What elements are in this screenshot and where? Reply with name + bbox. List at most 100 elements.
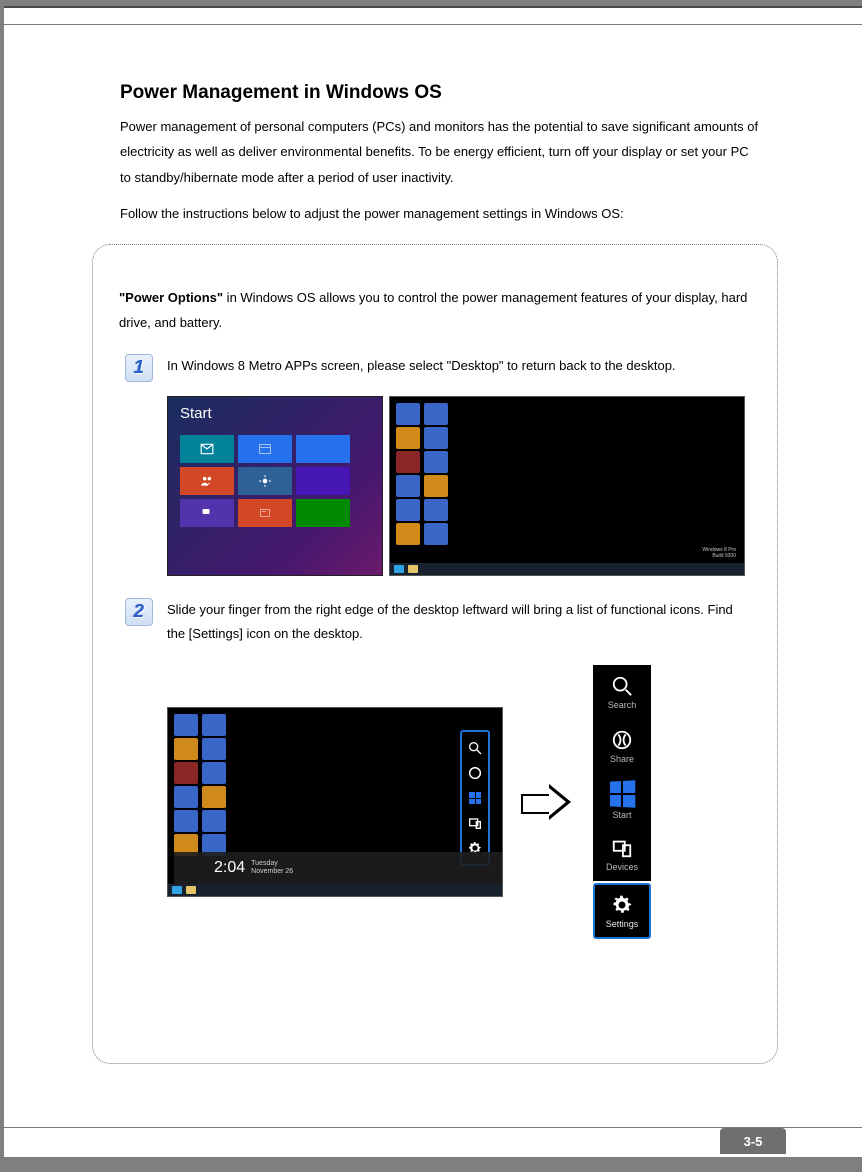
winpro-line2: Build 9200 — [702, 553, 736, 559]
desktop-charms-screenshot: 2:04 Tuesday November 26 — [167, 707, 503, 897]
bottom-gray-bar — [0, 1158, 862, 1172]
desktop-icons — [174, 714, 226, 856]
charm-search-label: Search — [608, 700, 637, 710]
taskbar-ie-icon — [172, 886, 182, 894]
clock-date-text: November 26 — [251, 868, 293, 875]
top-hairline — [0, 24, 862, 25]
desktop-icon — [202, 738, 226, 760]
search-icon — [467, 740, 483, 756]
desktop-icon — [202, 786, 226, 808]
desktop-icon — [396, 523, 420, 545]
power-options-label: "Power Options" — [119, 290, 223, 305]
step-2-badge: 2 — [125, 598, 153, 626]
tile-people — [180, 467, 234, 495]
power-options-text: "Power Options" in Windows OS allows you… — [119, 285, 751, 336]
desktop-icon — [424, 427, 448, 449]
news-icon — [258, 507, 272, 519]
desktop-icon — [424, 403, 448, 425]
charm-start-label: Start — [612, 810, 631, 820]
charm-search: Search — [593, 665, 651, 719]
desktop-icon — [396, 403, 420, 425]
charm-settings-label: Settings — [606, 919, 639, 929]
clock-date: Tuesday November 26 — [251, 860, 293, 875]
taskbar-explorer-icon — [408, 565, 418, 573]
windows-logo-icon — [610, 780, 635, 807]
page-heading: Power Management in Windows OS — [120, 82, 760, 104]
charm-devices-label: Devices — [606, 862, 638, 872]
taskbar — [390, 563, 744, 575]
share-icon — [611, 729, 633, 751]
settings-icon — [610, 893, 634, 917]
devices-icon — [611, 837, 633, 859]
start-label: Start — [180, 405, 212, 422]
left-gray-bar — [0, 0, 4, 1172]
desktop-icon — [424, 523, 448, 545]
desktop-icon — [174, 786, 198, 808]
desktop-icon — [424, 451, 448, 473]
people-icon — [199, 474, 215, 488]
follow-paragraph: Follow the instructions below to adjust … — [120, 202, 760, 227]
taskbar-ie-icon — [394, 565, 404, 573]
tile-weather — [238, 467, 292, 495]
win8-desktop-screenshot: Windows 8 Pro Build 9200 — [389, 396, 745, 576]
tile-ie — [296, 435, 350, 463]
desktop-icon — [174, 714, 198, 736]
tile-news — [238, 499, 292, 527]
arrow-right-icon — [521, 784, 575, 820]
desktop-icon — [396, 451, 420, 473]
weather-icon — [258, 474, 272, 488]
windows-build-label: Windows 8 Pro Build 9200 — [702, 547, 736, 559]
clock-day: Tuesday — [251, 860, 278, 867]
win8-start-screenshot: Start — [167, 396, 383, 576]
mail-icon — [200, 442, 214, 456]
desktop-icon — [424, 499, 448, 521]
charm-share-label: Share — [610, 754, 634, 764]
tile-mail — [180, 435, 234, 463]
step-2-text: Slide your finger from the right edge of… — [167, 598, 751, 647]
content-area: Power Management in Windows OS Power man… — [120, 82, 760, 255]
search-icon — [611, 675, 633, 697]
page-number-tab: 3-5 — [720, 1128, 786, 1154]
desktop-icon — [174, 810, 198, 832]
charm-start: Start — [593, 773, 651, 827]
desktop-icons — [396, 403, 448, 545]
step-2-row: 2 Slide your finger from the right edge … — [119, 598, 751, 647]
desktop-icon — [174, 738, 198, 760]
charm-share: Share — [593, 719, 651, 773]
step-1-row: 1 In Windows 8 Metro APPs screen, please… — [119, 354, 751, 382]
charm-settings-highlight: Settings — [593, 883, 651, 939]
tile-maps — [296, 467, 350, 495]
start-tiles — [180, 435, 350, 527]
charms-strip-highlight — [460, 730, 490, 866]
tile-store — [296, 499, 350, 527]
step-2-screenshots: 2:04 Tuesday November 26 Search Share — [167, 665, 751, 939]
desktop-icon — [396, 427, 420, 449]
instruction-box: "Power Options" in Windows OS allows you… — [92, 244, 778, 1064]
tile-calendar — [238, 435, 292, 463]
desktop-icon — [424, 475, 448, 497]
charm-devices: Devices — [593, 827, 651, 881]
step-1-text: In Windows 8 Metro APPs screen, please s… — [167, 354, 751, 382]
desktop-icon — [396, 499, 420, 521]
charms-bar-enlarged: Search Share Start Devices Settings — [593, 665, 651, 939]
clock-bar: 2:04 Tuesday November 26 — [174, 852, 502, 884]
desktop-icon — [396, 475, 420, 497]
clock-time: 2:04 — [214, 859, 245, 877]
devices-icon — [467, 815, 483, 831]
taskbar — [168, 884, 502, 896]
winpro-line1: Windows 8 Pro — [702, 547, 736, 553]
start-icon — [467, 790, 483, 806]
calendar-icon — [258, 442, 272, 456]
desktop-icon — [202, 810, 226, 832]
messaging-icon — [200, 507, 214, 519]
step-1-badge: 1 — [125, 354, 153, 382]
top-gray-bar — [0, 0, 862, 8]
desktop-icon — [202, 762, 226, 784]
tile-messaging — [180, 499, 234, 527]
taskbar-explorer-icon — [186, 886, 196, 894]
share-icon — [467, 765, 483, 781]
desktop-icon — [174, 762, 198, 784]
intro-paragraph: Power management of personal computers (… — [120, 114, 760, 190]
desktop-icon — [202, 714, 226, 736]
step-1-screenshots: Start — [167, 396, 751, 576]
